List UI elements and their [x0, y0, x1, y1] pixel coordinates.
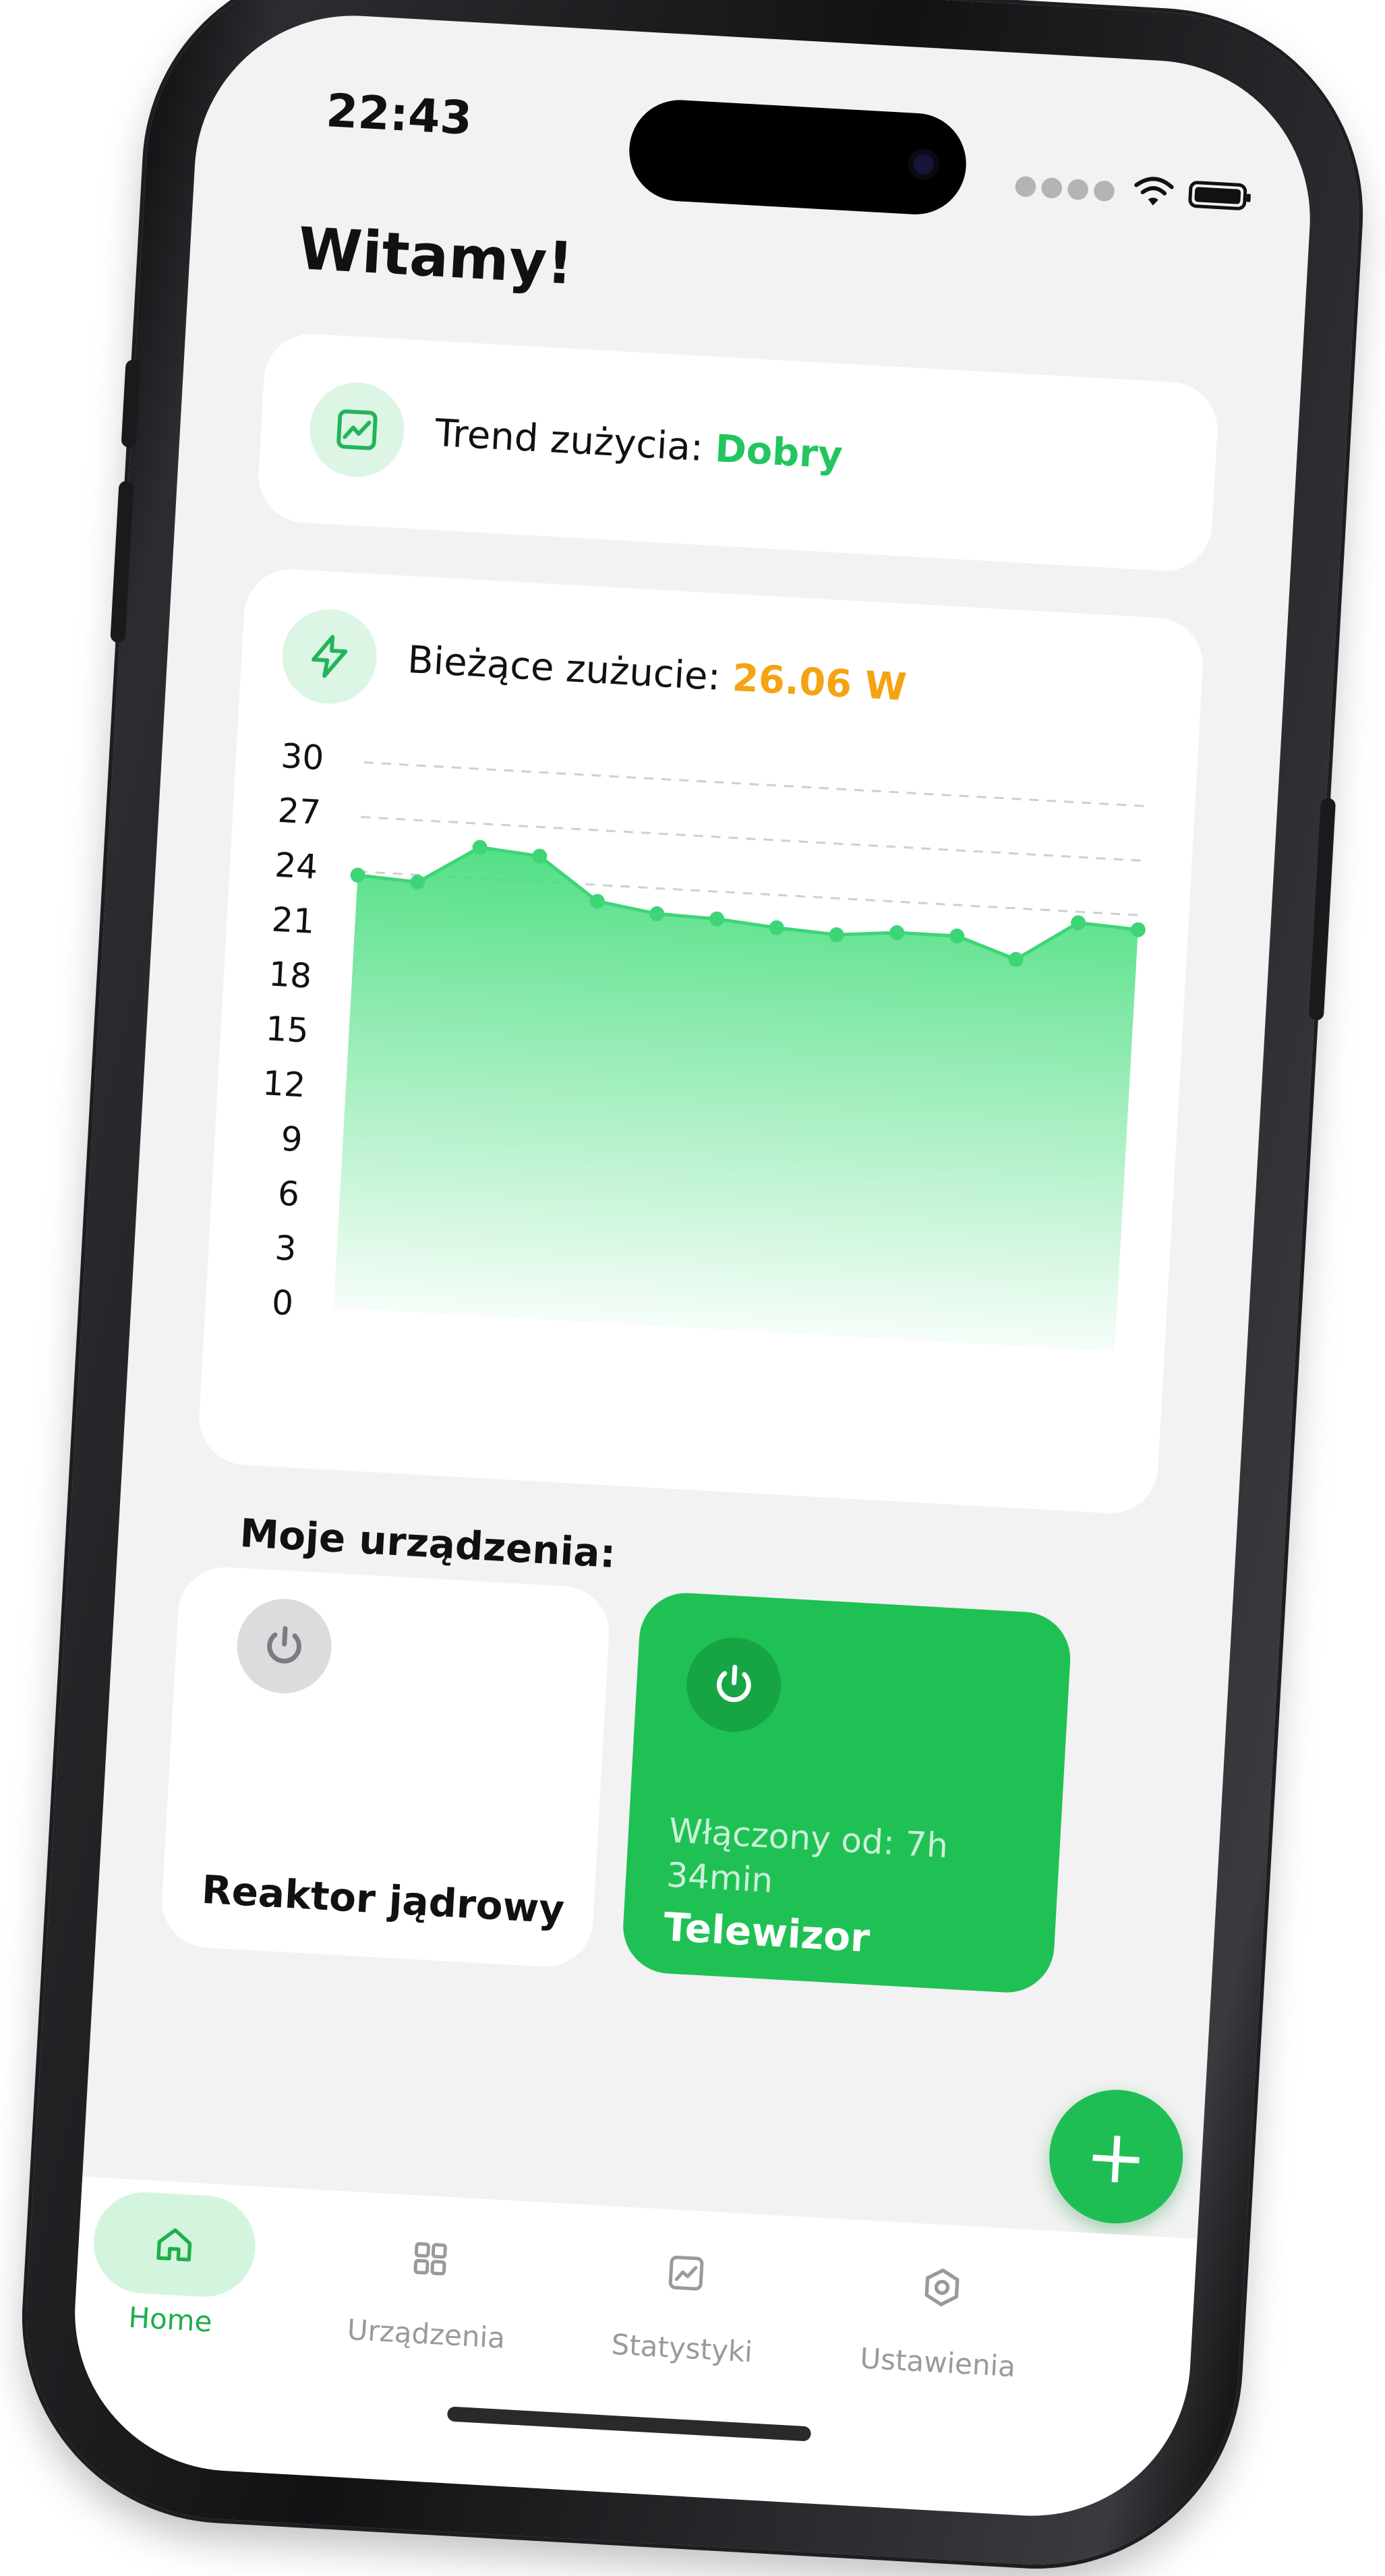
power-icon[interactable] — [234, 1596, 334, 1696]
wifi-icon — [1134, 177, 1174, 206]
devices-section-title: Moje urządzenia: — [238, 1510, 617, 1577]
y-tick-label: 12 — [261, 1063, 307, 1105]
status-icons: ●●●● — [1013, 169, 1247, 212]
usage-label-row: Bieżące zużucie: 26.06 W — [407, 638, 908, 709]
trend-label: Trend zużycia: — [434, 411, 705, 470]
y-tick-label: 9 — [280, 1119, 304, 1160]
tab-ustawienia-pill — [858, 2232, 1026, 2342]
home-icon — [156, 2228, 192, 2262]
trend-card[interactable]: Trend zużycia: Dobry — [256, 331, 1220, 574]
dynamic-island — [626, 97, 969, 217]
tab-urzadzenia-pill — [347, 2204, 514, 2314]
tab-label: Urządzenia — [346, 2312, 506, 2355]
settings-icon — [924, 2268, 960, 2306]
y-tick-label: 30 — [280, 736, 325, 778]
y-tick-label: 3 — [274, 1228, 298, 1269]
usage-card: Bieżące zużucie: 26.06 W 30 27 24 21 18 15 12 9… — [196, 566, 1206, 1516]
device-name: Telewizor — [662, 1904, 871, 1962]
power-icon[interactable] — [684, 1635, 784, 1735]
cellular-signal-icon: ●●●● — [1013, 169, 1120, 206]
phone-mockup: 22:43 ●●●● Witamy! Trend zużycia: Dobry — [15, 0, 1370, 2576]
device-card-reaktor[interactable]: Reaktor jądrowy — [159, 1564, 612, 1970]
home-indicator — [446, 2406, 812, 2442]
add-device-button[interactable]: + — [1045, 2086, 1187, 2227]
tab-ustawienia[interactable]: Ustawienia — [836, 2231, 1046, 2384]
trend-value: Dobry — [713, 427, 844, 478]
tab-statystyki-pill — [603, 2218, 770, 2328]
usage-value: 26.06 W — [731, 655, 908, 710]
tab-label: Ustawienia — [859, 2341, 1017, 2384]
y-tick-label: 15 — [264, 1009, 310, 1051]
app-screen: 22:43 ●●●● Witamy! Trend zużycia: Dobry — [66, 7, 1319, 2525]
y-axis: 30 27 24 21 18 15 12 9 6 3 0 — [247, 566, 1206, 1323]
device-name: Reaktor jądrowy — [200, 1866, 566, 1933]
device-card-telewizor[interactable]: Włączony od: 7h 34min Telewizor — [620, 1590, 1073, 1995]
tab-home-pill — [90, 2189, 258, 2300]
tab-statystyki[interactable]: Statystyki — [580, 2217, 790, 2370]
grid-line — [363, 761, 1146, 807]
plus-icon: + — [1082, 2111, 1150, 2202]
greeting-title: Witamy! — [296, 215, 575, 298]
usage-area — [333, 847, 1138, 1352]
y-tick-label: 24 — [273, 845, 319, 887]
y-tick-label: 18 — [267, 954, 313, 996]
battery-icon — [1187, 180, 1247, 211]
grid-icon — [413, 2242, 447, 2276]
trend-label-row: Trend zużycia: Dobry — [434, 411, 844, 478]
usage-label: Bieżące zużucie: — [406, 638, 722, 699]
tab-label: Statystyki — [610, 2327, 754, 2369]
tab-urzadzenia[interactable]: Urządzenia — [324, 2202, 534, 2355]
device-status: Włączony od: 7h 34min — [665, 1811, 949, 1901]
y-tick-label: 0 — [270, 1283, 295, 1323]
stats-icon — [668, 2255, 704, 2291]
usage-area-chart — [333, 761, 1146, 1352]
trend-chart-icon — [307, 380, 407, 480]
camera-icon — [907, 148, 940, 181]
y-tick-label: 27 — [276, 790, 322, 833]
y-tick-label: 6 — [276, 1173, 301, 1214]
y-tick-label: 21 — [270, 900, 316, 941]
lightning-icon — [279, 606, 380, 707]
tab-home[interactable]: Home — [68, 2188, 278, 2341]
tab-label: Home — [127, 2300, 213, 2339]
status-time: 22:43 — [324, 84, 474, 146]
